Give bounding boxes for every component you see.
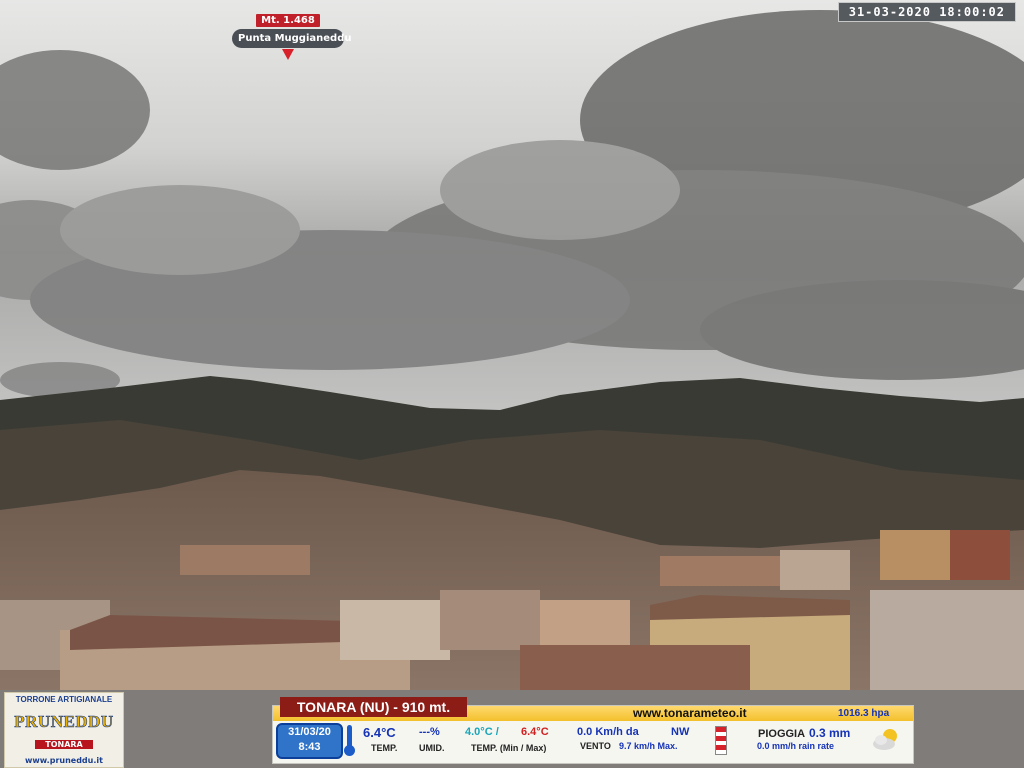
wind-gust-value: 9.7 km/h Max. bbox=[619, 741, 678, 751]
cloud-sun-icon bbox=[873, 729, 897, 750]
sponsor-brand: PRUNEDDU bbox=[14, 712, 114, 732]
humidity-label: UMID. bbox=[419, 743, 445, 753]
humidity-value: ---% bbox=[419, 726, 440, 738]
date-box: 31/03/20 8:43 bbox=[276, 723, 343, 759]
peak-marker: Mt. 1.468 Punta Muggianeddu bbox=[232, 8, 351, 60]
thermometer-icon bbox=[344, 725, 355, 756]
weather-website: www.tonarameteo.it bbox=[633, 706, 747, 720]
temperature-value: 6.4°C bbox=[363, 725, 396, 740]
pressure-value: 1016.3 hpa bbox=[838, 708, 890, 719]
weather-time: 8:43 bbox=[298, 741, 321, 753]
rain-label: PIOGGIA bbox=[758, 728, 806, 740]
wind-speed-value: 0.0 Km/h da bbox=[577, 726, 639, 738]
webcam-view bbox=[0, 0, 1024, 768]
wind-gust-label: VENTO bbox=[580, 741, 611, 751]
wind-sock-icon bbox=[715, 726, 727, 755]
temp-min-value: 4.0°C / bbox=[465, 726, 499, 738]
peak-altitude-label: Mt. 1.468 bbox=[256, 14, 320, 27]
location-title: TONARA (NU) - 910 mt. bbox=[280, 697, 467, 717]
sponsor-town: TONARA bbox=[35, 740, 93, 749]
rain-rate-value: 0.0 mm/h rain rate bbox=[757, 741, 835, 751]
wind-direction-value: NW bbox=[671, 726, 690, 738]
sponsor-tagline: TORRONE ARTIGIANALE bbox=[15, 695, 113, 704]
temp-max-value: 6.4°C bbox=[521, 726, 549, 738]
sponsor-website: www.pruneddu.it bbox=[25, 756, 103, 765]
location-pin-icon bbox=[282, 49, 294, 60]
weather-date: 31/03/20 bbox=[288, 726, 331, 738]
temperature-label: TEMP. bbox=[371, 743, 398, 753]
rain-value: 0.3 mm bbox=[809, 726, 851, 740]
peak-name-label: Punta Muggianeddu bbox=[232, 29, 351, 48]
timestamp-label: 31-03-2020 18:00:02 bbox=[837, 2, 1016, 22]
sponsor-logo: TORRONE ARTIGIANALE PRUNEDDU TONARA www.… bbox=[4, 692, 124, 768]
temp-minmax-label: TEMP. (Min / Max) bbox=[471, 743, 547, 753]
